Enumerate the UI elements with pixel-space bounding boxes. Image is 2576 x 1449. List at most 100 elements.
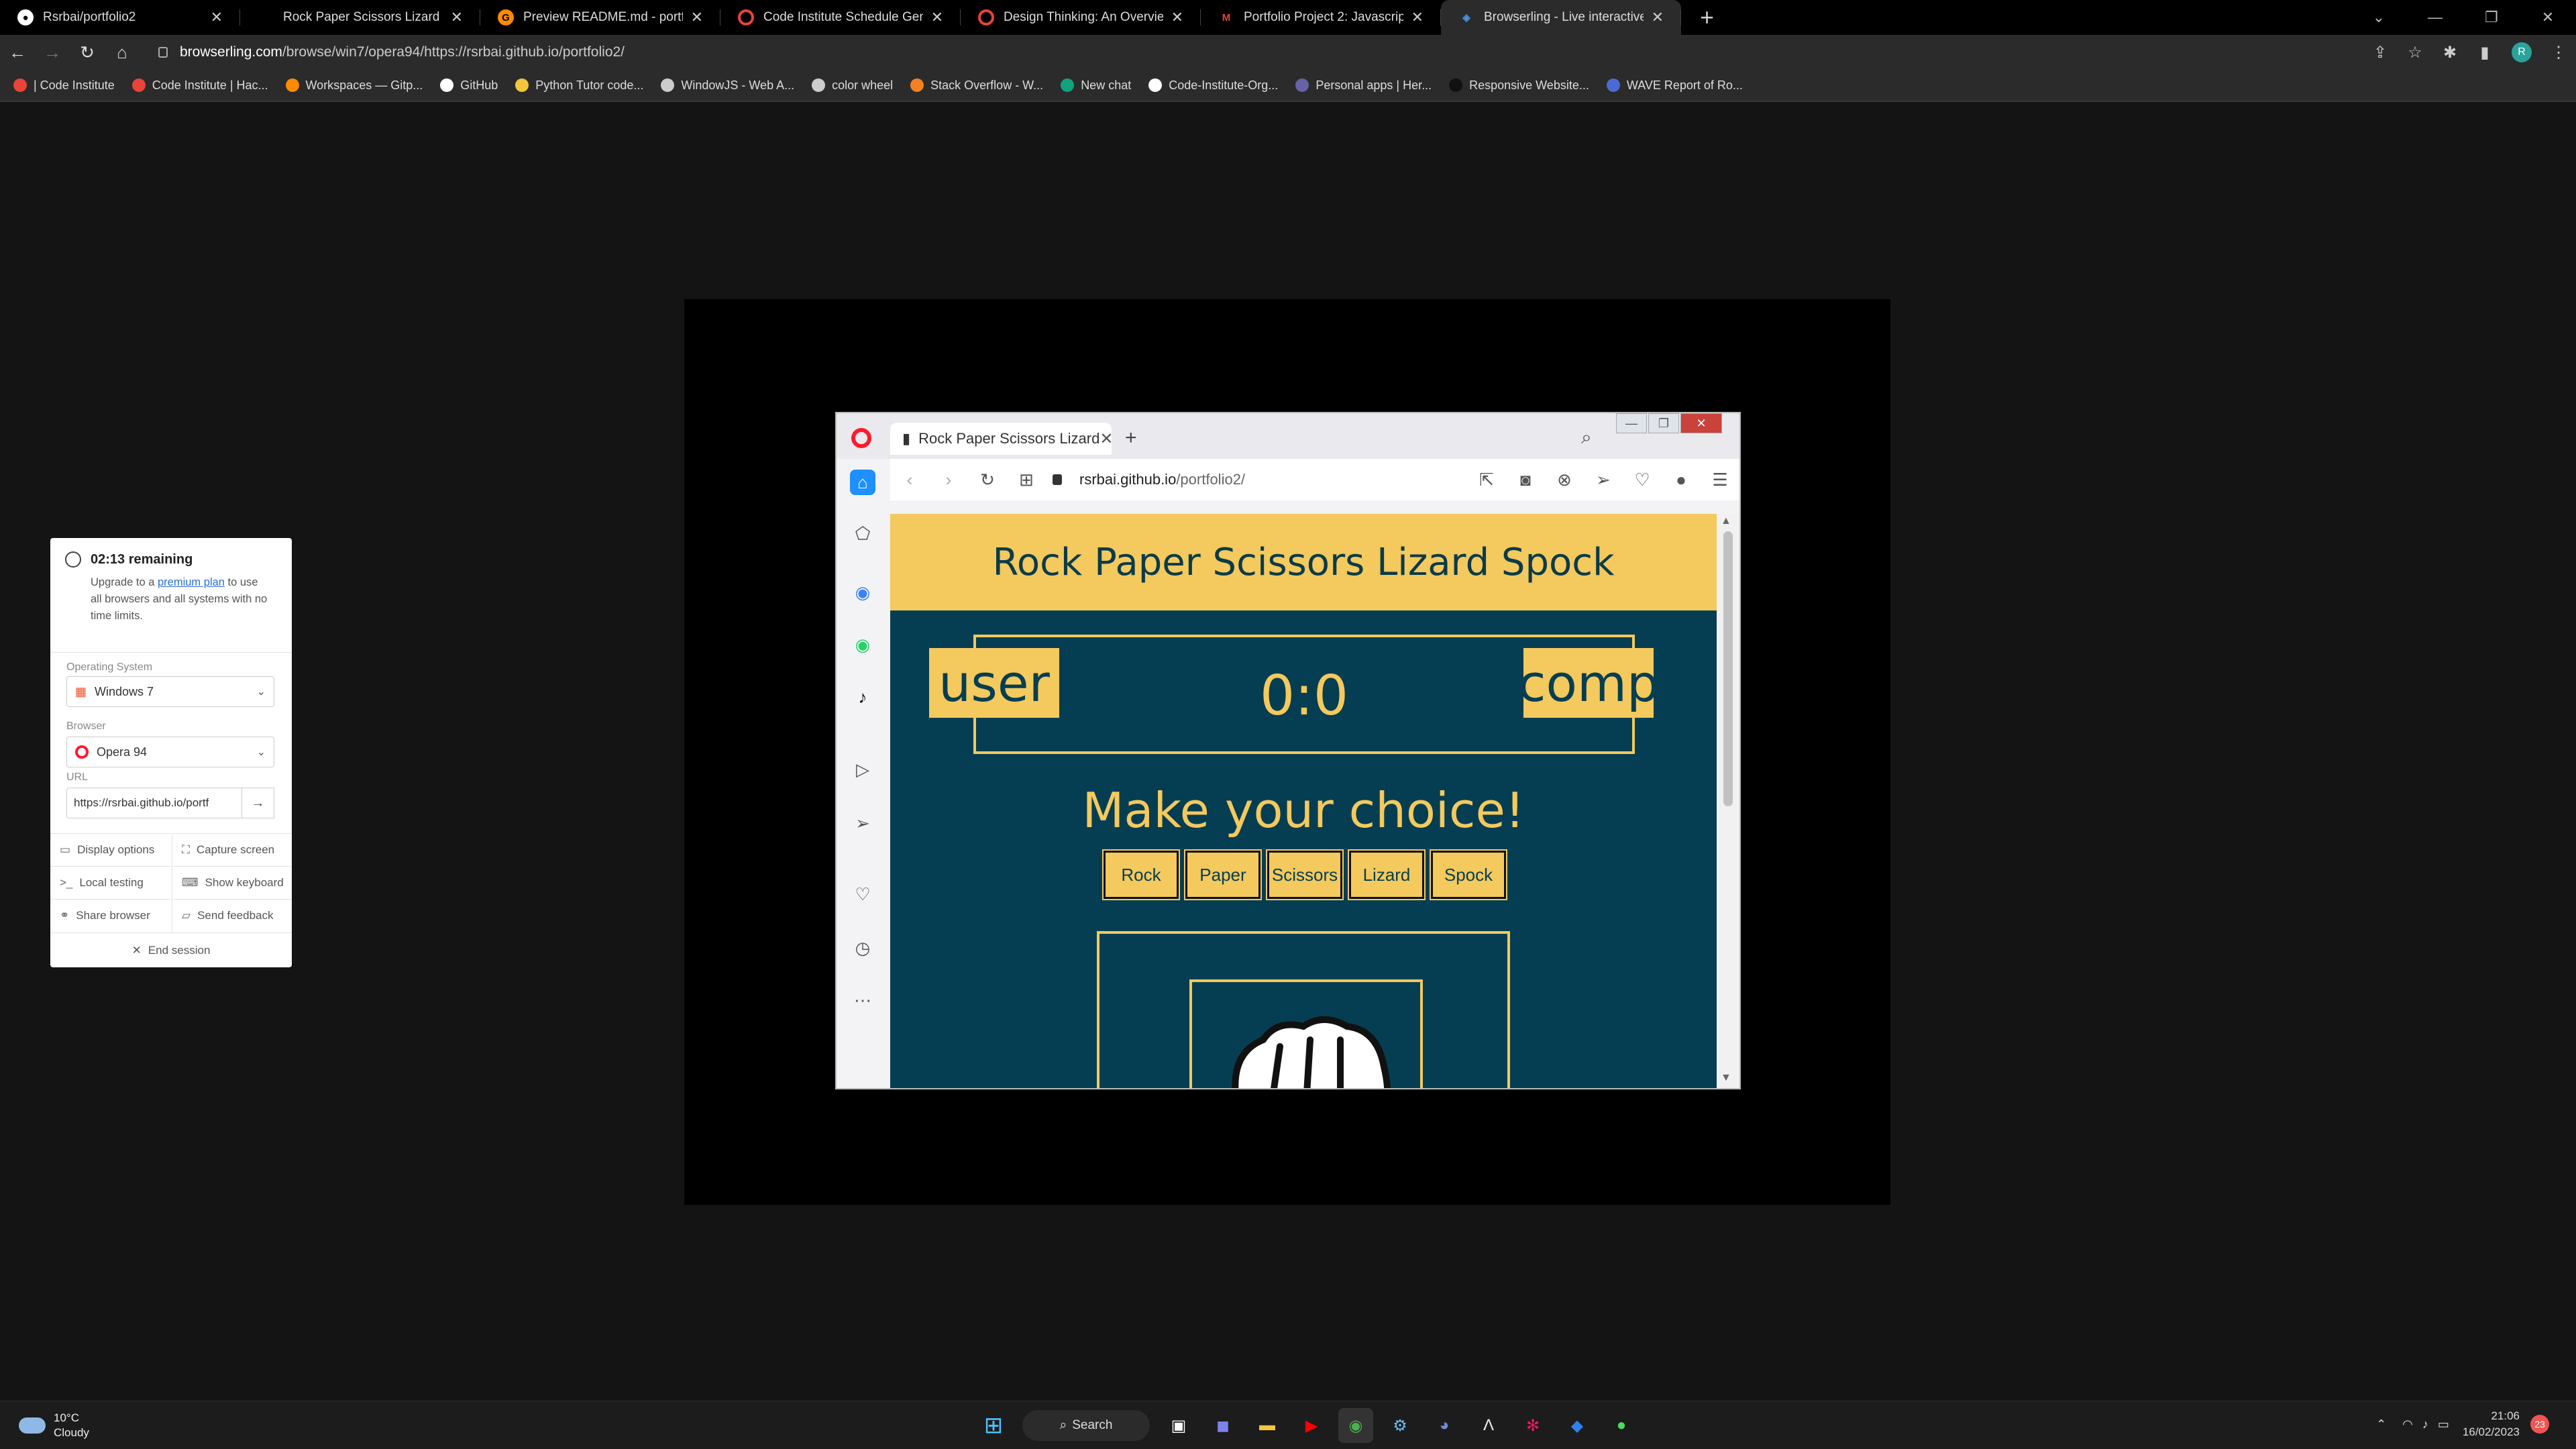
tab-search-icon[interactable]: ⌄ bbox=[2351, 9, 2407, 26]
close-tab-icon[interactable]: ✕ bbox=[211, 9, 223, 26]
adblock-icon[interactable]: ⊗ bbox=[1545, 470, 1584, 490]
opera-logo-icon[interactable] bbox=[851, 428, 871, 448]
bookmark-item[interactable]: Code-Institute-Org... bbox=[1148, 78, 1278, 93]
account-icon[interactable]: ● bbox=[1662, 470, 1701, 490]
browser-tab[interactable]: Design Thinking: An Overview | C ✕ bbox=[961, 0, 1201, 35]
heart-icon[interactable]: ♡ bbox=[850, 881, 875, 907]
minimize-icon[interactable]: — bbox=[2407, 9, 2463, 26]
chevron-up-icon[interactable]: ⌃ bbox=[2376, 1417, 2386, 1432]
app-icon[interactable]: ◆ bbox=[1560, 1408, 1595, 1443]
volume-icon[interactable]: ♪ bbox=[2422, 1417, 2428, 1432]
weather-widget[interactable]: 10°C Cloudy bbox=[19, 1411, 89, 1440]
extensions-icon[interactable]: ✱ bbox=[2432, 43, 2467, 62]
bookmark-item[interactable]: Python Tutor code... bbox=[515, 78, 643, 93]
maximize-icon[interactable]: ❐ bbox=[1648, 413, 1679, 433]
share-icon[interactable]: ⇪ bbox=[2363, 43, 2398, 62]
capture-screen-button[interactable]: ⛶ Capture screen bbox=[172, 833, 292, 866]
wifi-icon[interactable]: ◠ bbox=[2402, 1417, 2413, 1432]
end-session-button[interactable]: ✕ End session bbox=[50, 932, 292, 967]
browser-tab[interactable]: G Preview README.md - portfolio2 ✕ bbox=[480, 0, 720, 35]
os-select[interactable]: ▦ Windows 7 ⌄ bbox=[66, 676, 274, 707]
back-icon[interactable]: ‹ bbox=[890, 470, 929, 490]
new-tab-icon[interactable]: + bbox=[1700, 3, 1714, 32]
minimize-icon[interactable]: — bbox=[1616, 413, 1647, 433]
whatsapp-icon[interactable]: ◉ bbox=[850, 632, 875, 657]
home-icon[interactable]: ⌂ bbox=[105, 42, 140, 63]
browser-tab-active[interactable]: ◈ Browserling - Live interactive cro ✕ bbox=[1441, 0, 1681, 35]
close-window-icon[interactable]: ✕ bbox=[1680, 413, 1722, 433]
notification-badge[interactable]: 23 bbox=[2530, 1415, 2549, 1434]
url-input[interactable] bbox=[66, 788, 242, 818]
bookmark-item[interactable]: | Code Institute bbox=[13, 78, 115, 93]
address-bar[interactable]: browserling.com/browse/win7/opera94/http… bbox=[146, 40, 2349, 65]
teams-icon[interactable]: ◼ bbox=[1205, 1408, 1240, 1443]
opera-address-bar[interactable]: rsrbai.github.io/portfolio2/ bbox=[1046, 471, 1467, 488]
history-icon[interactable]: ◷ bbox=[850, 935, 875, 961]
premium-plan-link[interactable]: premium plan bbox=[158, 576, 225, 588]
pinboard-icon[interactable]: ⬠ bbox=[850, 521, 875, 546]
close-tab-icon[interactable]: ✕ bbox=[451, 9, 463, 26]
side-panel-icon[interactable]: ▮ bbox=[2467, 43, 2502, 62]
steam-icon[interactable]: ⚙ bbox=[1383, 1408, 1417, 1443]
bookmark-item[interactable]: Responsive Website... bbox=[1449, 78, 1589, 93]
reload-icon[interactable]: ↻ bbox=[70, 42, 105, 63]
app-green-icon[interactable]: ● bbox=[1604, 1408, 1639, 1443]
clock[interactable]: 21:06 16/02/2023 bbox=[2463, 1408, 2520, 1440]
snapshot-icon[interactable]: ◙ bbox=[1506, 470, 1545, 490]
browser-tab[interactable]: Code Institute Schedule Generator ✕ bbox=[720, 0, 961, 35]
bookmark-item[interactable]: Personal apps | Her... bbox=[1295, 78, 1432, 93]
display-options-button[interactable]: ▭ Display options bbox=[50, 833, 170, 866]
chrome-icon[interactable]: ◉ bbox=[1338, 1408, 1373, 1443]
star-icon[interactable]: ☆ bbox=[2398, 43, 2432, 62]
share-browser-button[interactable]: ⚭ Share browser bbox=[50, 899, 170, 932]
search-icon[interactable]: ⌕ bbox=[1581, 427, 1592, 449]
forward-icon[interactable]: › bbox=[929, 470, 968, 490]
adobe-icon[interactable]: Λ bbox=[1471, 1408, 1506, 1443]
restore-icon[interactable]: ❐ bbox=[2463, 9, 2520, 26]
menu-icon[interactable]: ⋮ bbox=[2541, 43, 2576, 62]
close-tab-icon[interactable]: ✕ bbox=[1411, 9, 1424, 26]
send-feedback-button[interactable]: ▱ Send feedback bbox=[172, 899, 292, 932]
taskbar-search[interactable]: ⌕ Search bbox=[1022, 1410, 1150, 1441]
close-tab-icon[interactable]: ✕ bbox=[691, 9, 703, 26]
bookmark-item[interactable]: WindowJS - Web A... bbox=[661, 78, 794, 93]
close-tab-icon[interactable]: ✕ bbox=[931, 9, 943, 26]
browser-tab[interactable]: M Portfolio Project 2: Javascript Ess ✕ bbox=[1201, 0, 1441, 35]
scrollbar-thumb[interactable] bbox=[1723, 531, 1733, 806]
bookmark-item[interactable]: Workspaces — Gitp... bbox=[285, 78, 423, 93]
browser-tab[interactable]: Rock Paper Scissors Lizard Spock ✕ bbox=[240, 0, 480, 35]
scroll-down-icon[interactable]: ▼ bbox=[1721, 1072, 1731, 1084]
bookmark-item[interactable]: Stack Overflow - W... bbox=[910, 78, 1043, 93]
browser-select[interactable]: Opera 94 ⌄ bbox=[66, 737, 274, 767]
slack-icon[interactable]: ✻ bbox=[1515, 1408, 1550, 1443]
send-icon[interactable]: ➢ bbox=[1584, 470, 1623, 490]
paper-button[interactable]: Paper bbox=[1185, 851, 1260, 899]
home-icon[interactable]: ⌂ bbox=[850, 470, 875, 495]
opera-tab[interactable]: ▮ Rock Paper Scissors Lizard ✕ bbox=[890, 423, 1112, 455]
send-icon[interactable]: ➢ bbox=[850, 810, 875, 836]
close-window-icon[interactable]: ✕ bbox=[2520, 9, 2576, 26]
spock-button[interactable]: Spock bbox=[1431, 851, 1506, 899]
bookmark-item[interactable]: GitHub bbox=[440, 78, 498, 93]
browser-tab[interactable]: ● Rsrbai/portfolio2 ✕ bbox=[0, 0, 240, 35]
task-view-icon[interactable]: ▣ bbox=[1161, 1408, 1196, 1443]
reload-icon[interactable]: ↻ bbox=[968, 470, 1007, 490]
profile-avatar[interactable]: R bbox=[2512, 42, 2532, 62]
rock-button[interactable]: Rock bbox=[1104, 851, 1179, 899]
messenger-icon[interactable]: ◉ bbox=[850, 580, 875, 605]
bookmark-item[interactable]: WAVE Report of Ro... bbox=[1606, 78, 1743, 93]
forward-icon[interactable]: → bbox=[35, 42, 70, 63]
battery-icon[interactable]: ▭ bbox=[2438, 1417, 2449, 1432]
more-icon[interactable]: ⋯ bbox=[850, 987, 875, 1013]
bookmark-item[interactable]: Code Institute | Hac... bbox=[131, 78, 268, 93]
scroll-up-icon[interactable]: ▲ bbox=[1721, 515, 1731, 527]
file-explorer-icon[interactable]: ▬ bbox=[1250, 1408, 1285, 1443]
share-icon[interactable]: ⇱ bbox=[1467, 470, 1506, 490]
heart-icon[interactable]: ♡ bbox=[1623, 470, 1662, 490]
player-icon[interactable]: ▷ bbox=[850, 757, 875, 782]
back-icon[interactable]: ← bbox=[0, 42, 35, 63]
tiktok-icon[interactable]: ♪ bbox=[850, 684, 875, 710]
lizard-button[interactable]: Lizard bbox=[1349, 851, 1424, 899]
bookmark-item[interactable]: color wheel bbox=[812, 78, 893, 93]
go-arrow-icon[interactable]: → bbox=[242, 788, 274, 818]
